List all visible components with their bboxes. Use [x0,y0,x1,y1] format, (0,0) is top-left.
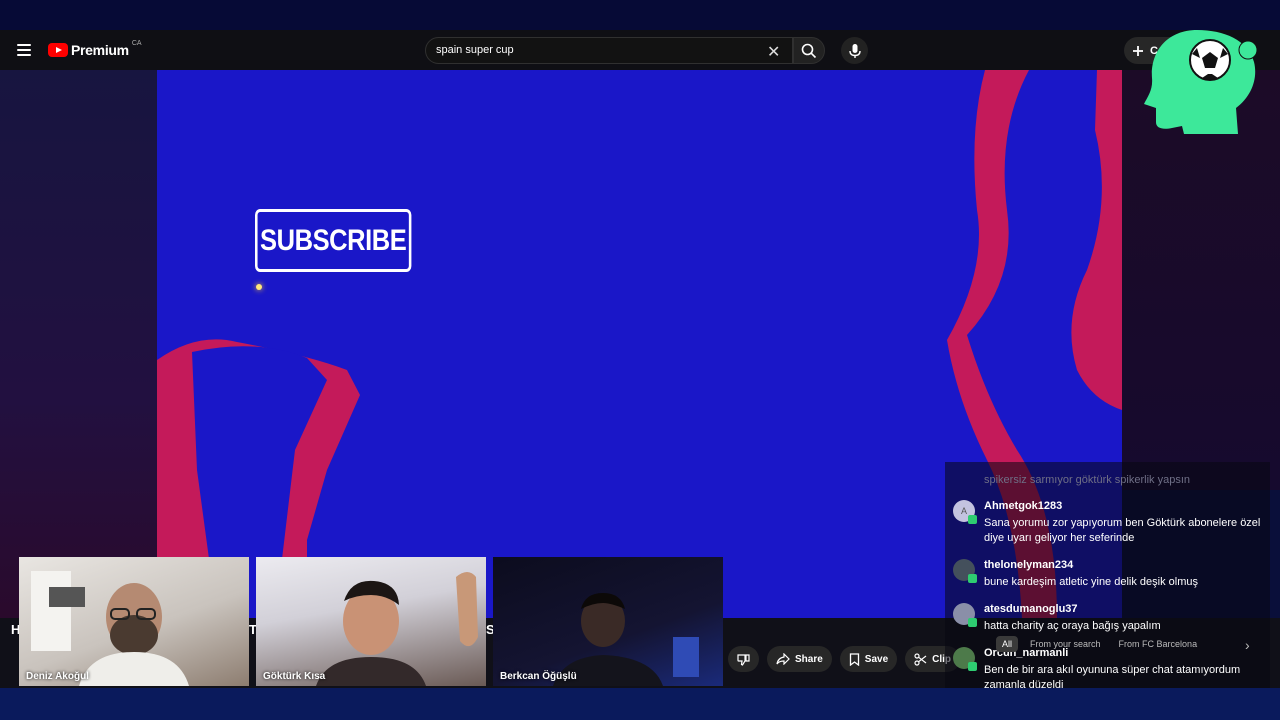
member-badge-icon [968,662,977,671]
chat-author[interactable]: Ahmetgok1283 [984,500,1062,512]
member-badge-icon [968,515,977,524]
microphone-icon [848,43,861,58]
person-silhouette [31,571,189,686]
chat-text: bune kardeşim atletic yine delik deşik o… [984,576,1198,588]
save-button[interactable]: Save [839,646,898,672]
share-icon [776,653,790,665]
search-box: ✕ [425,37,793,64]
bookmark-icon [849,652,859,666]
youtube-play-icon [48,43,68,57]
save-label: Save [864,653,889,665]
webcam-feed: Deniz Akoğul [19,557,249,686]
avatar[interactable]: A [953,500,977,524]
filter-chip-search[interactable]: From your search [1024,636,1107,652]
share-label: Share [795,653,823,665]
participant-name: Berkcan Öğüşlü [500,671,577,682]
chat-filter-chips: All From your search From FC Barcelona [996,636,1203,652]
avatar-letter: A [960,506,967,516]
avatar[interactable] [953,603,977,627]
filter-chip-all[interactable]: All [996,636,1019,652]
chat-text: Sana yorumu zor yapıyorum ben Göktürk ab… [984,517,1261,544]
member-badge-icon [968,574,977,583]
chat-text: hatta charity aç oraya bağış yapalım [984,620,1161,632]
search-icon [801,43,817,58]
voice-search-button[interactable] [841,37,868,64]
avatar[interactable] [953,559,977,583]
thumbs-down-icon [737,653,750,666]
filter-chip-channel[interactable]: From FC Barcelona [1113,636,1204,652]
person-silhouette [316,572,478,686]
menu-icon[interactable] [12,38,36,62]
bottom-frame [0,688,1280,720]
search-input[interactable] [436,44,736,56]
chat-author[interactable]: atesdumanoglu37 [984,603,1078,615]
avatar[interactable] [953,647,977,671]
participant-name: Göktürk Kısa [263,671,326,682]
live-chat-panel: spikersiz sarmıyor göktürk spikerlik yap… [945,462,1270,702]
channel-logo-icon [1144,30,1258,134]
webcam-feed: Berkcan Öğüşlü [493,557,723,686]
member-badge-icon [968,618,977,627]
chat-author[interactable]: thelonelyman234 [984,559,1073,571]
subscribe-button[interactable]: SUBSCRIBE [255,209,412,272]
youtube-logo[interactable]: Premium CA [48,39,142,58]
top-frame [0,0,1280,30]
logo-region-text: CA [131,39,142,47]
webcam-feed: Göktürk Kısa [256,557,486,686]
dislike-button[interactable] [728,646,759,672]
logo-brand-text: Premium [71,42,129,58]
cursor-highlight [256,284,262,290]
scissors-icon [914,652,927,666]
chevron-right-icon[interactable]: › [1245,637,1250,653]
left-background [0,70,157,618]
chat-message-faded: spikersiz sarmıyor göktürk spikerlik yap… [984,474,1191,486]
video-actions: Share Save Clip [728,646,961,672]
youtube-header: Premium CA ✕ C [0,30,1280,70]
clear-search-icon[interactable]: ✕ [767,42,780,62]
search-button[interactable] [793,37,825,64]
participant-name: Deniz Akoğul [26,671,89,682]
person-silhouette [553,593,699,686]
share-button[interactable]: Share [767,646,832,672]
